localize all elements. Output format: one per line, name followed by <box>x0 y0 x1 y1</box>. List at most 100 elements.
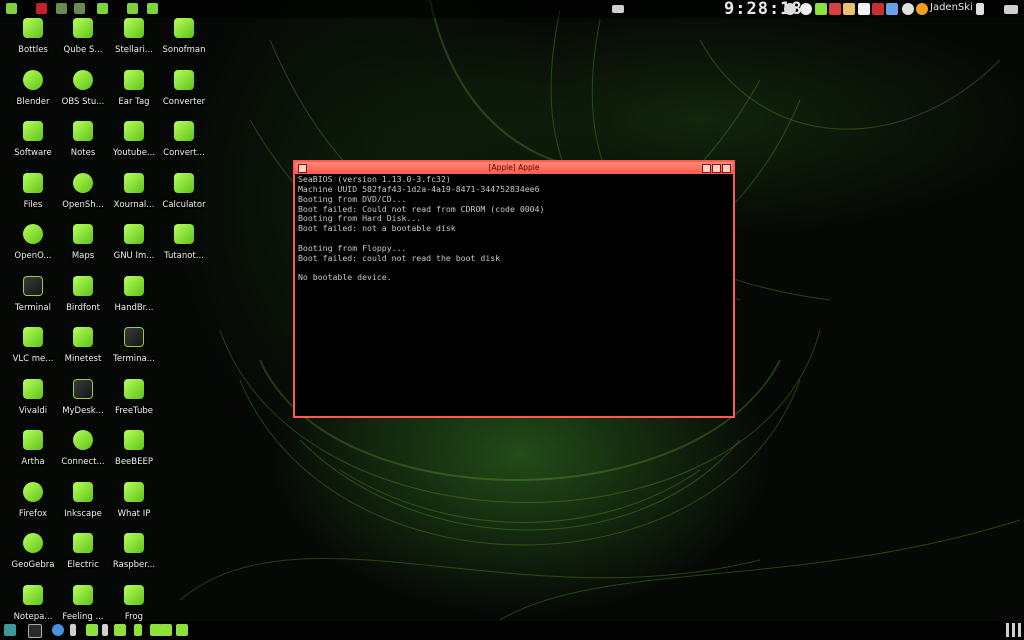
desktop-icon[interactable]: Raspber... <box>109 529 159 577</box>
console-line: No bootable device. <box>298 272 392 283</box>
desktop-icon[interactable]: Sonofman <box>159 14 209 62</box>
desktop-icon-label: VLC me... <box>12 354 54 364</box>
minimize-button[interactable] <box>702 164 711 173</box>
desktop-icon-label: Maps <box>71 251 95 261</box>
desktop-icon[interactable]: Electric <box>58 529 108 577</box>
terminal-icon[interactable] <box>829 3 841 15</box>
volume-icon[interactable] <box>784 3 796 15</box>
vm-window[interactable]: [Apple] Apple SeaBIOS (version 1.13.0-3.… <box>293 160 735 418</box>
desktop-icon[interactable]: Firefox <box>8 478 58 526</box>
desktop-icon[interactable]: VLC me... <box>8 323 58 371</box>
desktop-icon[interactable]: FreeTube <box>109 375 159 423</box>
maximize-button[interactable] <box>712 164 721 173</box>
flask-icon[interactable] <box>176 624 188 636</box>
app-launcher-icon[interactable] <box>74 3 85 14</box>
calculator-icon <box>174 173 194 193</box>
desktop-icon[interactable]: Software <box>8 117 58 165</box>
desktop-icon[interactable]: Xournal... <box>109 169 159 217</box>
book-icon[interactable] <box>160 624 172 636</box>
desktop-icon[interactable]: Ear Tag <box>109 66 159 114</box>
blender-icon <box>23 70 43 90</box>
app-launcher-icon[interactable] <box>127 3 138 14</box>
openoffice-icon <box>23 224 43 244</box>
gimp-icon <box>124 224 144 244</box>
desktop-icon[interactable]: Notes <box>58 117 108 165</box>
monitor-icon[interactable] <box>1004 5 1018 14</box>
desktop-icon[interactable]: Bottles <box>8 14 58 62</box>
search-icon[interactable] <box>52 624 64 636</box>
vm-console-screen[interactable]: SeaBIOS (version 1.13.0-3.fc32) Machine U… <box>296 174 732 415</box>
desktop-icon[interactable]: GNU Im... <box>109 220 159 268</box>
desktop-icon[interactable]: Artha <box>8 426 58 474</box>
window-list-icon[interactable] <box>612 5 624 13</box>
app-icon[interactable] <box>86 624 98 636</box>
desktop-icon[interactable]: BeeBEEP <box>109 426 159 474</box>
desktop-icon[interactable]: Terminal <box>8 272 58 320</box>
desktop-icon[interactable]: Tutanot... <box>159 220 209 268</box>
minetest-icon <box>73 327 93 347</box>
desktop-icon[interactable]: Calculator <box>159 169 209 217</box>
box-icon[interactable] <box>872 3 884 15</box>
snowflake-icon[interactable] <box>902 3 914 15</box>
app-launcher-icon[interactable] <box>56 3 67 14</box>
wifi-icon[interactable] <box>815 3 827 15</box>
beebeep-icon <box>124 430 144 450</box>
close-circle-icon[interactable] <box>800 3 812 15</box>
window-titlebar[interactable]: [Apple] Apple <box>295 162 733 174</box>
window-title: [Apple] Apple <box>488 163 540 172</box>
sun-icon[interactable] <box>916 3 928 15</box>
desktop-icon[interactable]: Vivaldi <box>8 375 58 423</box>
vivaldi-icon <box>23 379 43 399</box>
desktop-icon-label: Bottles <box>18 45 48 55</box>
desktop-icon[interactable]: Inkscape <box>58 478 108 526</box>
desktop-icon[interactable]: Termina... <box>109 323 159 371</box>
desktop-icon[interactable]: Youtube... <box>109 117 159 165</box>
desktop-icon-label: MyDesk... <box>62 406 104 416</box>
chevron-up-icon[interactable] <box>102 624 108 636</box>
desktop-icon[interactable]: OpenSh... <box>58 169 108 217</box>
obs-icon <box>73 70 93 90</box>
desktop-icon[interactable]: HandBr... <box>109 272 159 320</box>
box-icon[interactable] <box>886 3 898 15</box>
notes-icon <box>73 121 93 141</box>
app-launcher-icon[interactable] <box>147 3 158 14</box>
desktop-icon[interactable]: Minetest <box>58 323 108 371</box>
workspace-indicator[interactable] <box>1006 623 1009 637</box>
app-launcher-icon[interactable] <box>97 3 108 14</box>
desktop-icon[interactable]: GeoGebra <box>8 529 58 577</box>
desktop-icon[interactable]: Converter <box>159 66 209 114</box>
menu-icon[interactable] <box>4 624 16 636</box>
desktop-icon-label: Connect... <box>61 457 105 467</box>
feeling-icon <box>73 585 93 605</box>
chevron-up-icon[interactable] <box>70 624 76 636</box>
desktop-icon[interactable]: OBS Stu... <box>58 66 108 114</box>
monitor-icon[interactable] <box>843 3 855 15</box>
app-launcher-icon[interactable] <box>6 3 17 14</box>
app-launcher-icon[interactable] <box>36 3 47 14</box>
desktop-icon[interactable]: What IP <box>109 478 159 526</box>
desktop-icon[interactable]: Stellari... <box>109 14 159 62</box>
desktop-icon[interactable]: Convert... <box>159 117 209 165</box>
clipboard-icon[interactable] <box>858 3 870 15</box>
desktop-icon[interactable]: Qube S... <box>58 14 108 62</box>
desktop-icon[interactable]: OpenO... <box>8 220 58 268</box>
vlc-icon <box>23 327 43 347</box>
calculator-icon[interactable] <box>134 624 142 636</box>
username[interactable]: JadenSki <box>930 2 973 13</box>
terminal-icon[interactable] <box>28 624 42 638</box>
desktop-icon[interactable]: Blender <box>8 66 58 114</box>
close-button[interactable] <box>722 164 731 173</box>
bottom-panel <box>0 621 1024 640</box>
quote-icon[interactable] <box>976 3 984 15</box>
desktop-icon[interactable]: Files <box>8 169 58 217</box>
handbrake-icon <box>124 276 144 296</box>
desktop-icon[interactable]: Birdfont <box>58 272 108 320</box>
workspace-indicator[interactable] <box>1012 623 1015 637</box>
desktop-icon[interactable]: Connect... <box>58 426 108 474</box>
workspace-indicator[interactable] <box>1018 623 1021 637</box>
desktop-icon[interactable]: MyDesk... <box>58 375 108 423</box>
desktop-icon[interactable]: Maps <box>58 220 108 268</box>
desktop-icon-label: Convert... <box>163 148 205 158</box>
vivaldi-icon[interactable] <box>114 624 126 636</box>
xournal-icon <box>124 173 144 193</box>
